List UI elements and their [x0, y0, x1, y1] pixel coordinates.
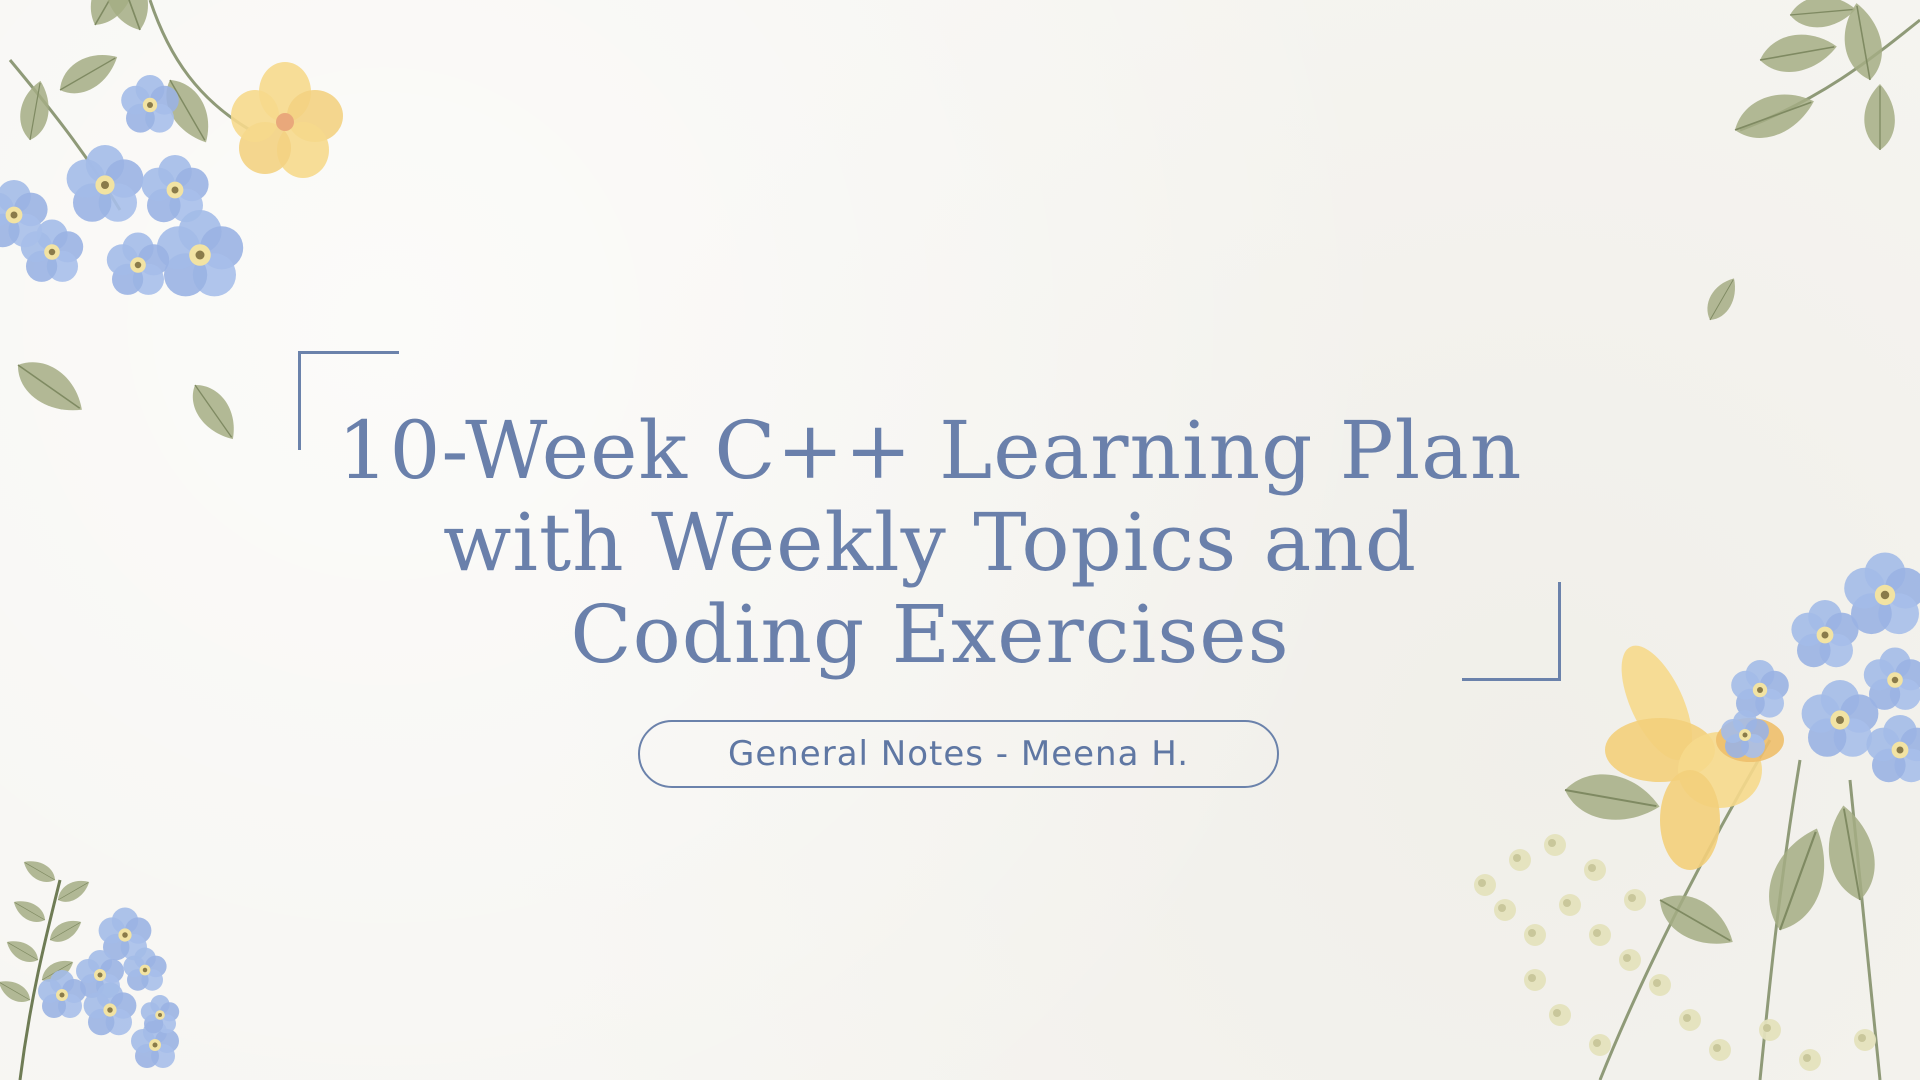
slide-title: 10-Week C++ Learning Plan with Weekly To…: [337, 404, 1523, 681]
subtitle-text: General Notes - Meena H.: [727, 734, 1190, 774]
subtitle-pill: General Notes - Meena H.: [638, 720, 1279, 788]
